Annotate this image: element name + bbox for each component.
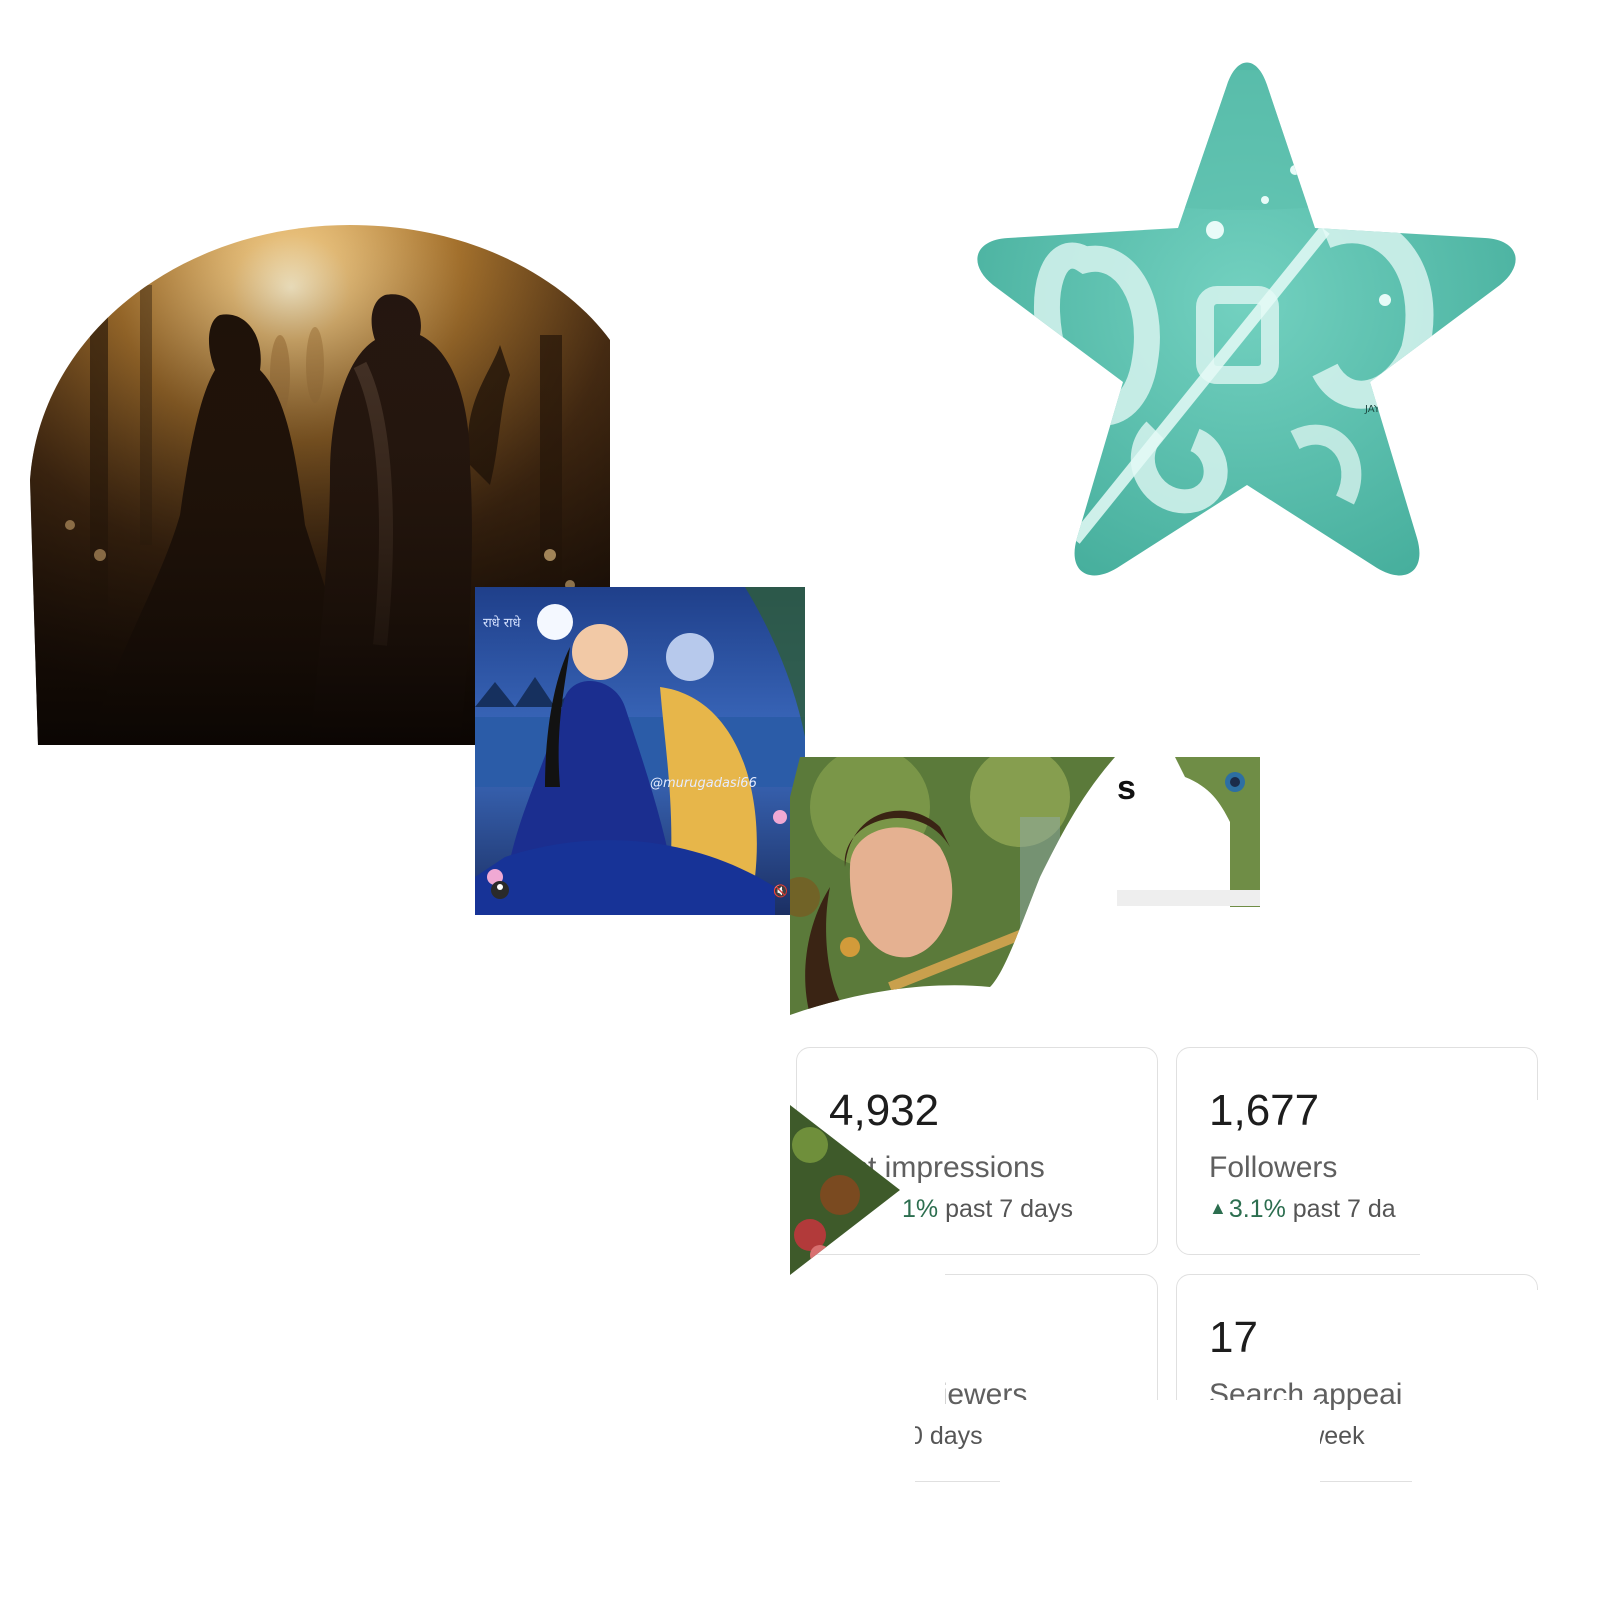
impressions-delta: 1% past 7 days [902,1195,1073,1224]
flute-art: s [790,757,1260,1015]
divider [1117,890,1260,906]
flute-player-photo: s [790,757,1260,1015]
corner-text: राधे राधे [483,615,521,631]
floral-triangle-photo [790,1105,905,1275]
moonlit-art: राधे राधे @murugadasi66 🔇 [475,587,805,915]
followers-delta-pct: 3.1% [1228,1195,1286,1223]
impressions-period: past 7 days [945,1195,1073,1223]
header-fragment: s [1117,769,1136,807]
star-art: JAYA K.VE [977,62,1516,576]
up-arrow-icon: ▲ [1209,1198,1227,1218]
followers-period: past 7 da [1292,1195,1396,1223]
watermark: @murugadasi66 [650,776,757,791]
star-signature: JAYA K.VE [1364,404,1412,415]
followers-label: Followers [1209,1151,1338,1184]
search-value: 17 [1209,1313,1258,1362]
teal-lettering-star-photo: JAYA K.VE [965,60,1525,595]
mute-icon[interactable]: 🔇 [773,884,788,898]
viewers-period: 0 days [909,1422,983,1450]
followers-delta: ▲3.1% past 7 da [1209,1195,1396,1224]
followers-value: 1,677 [1209,1086,1320,1135]
radha-krishna-moonlit-photo: राधे राधे @murugadasi66 🔇 [475,587,805,915]
impressions-delta-pct: 1% [902,1195,939,1223]
floral-art [790,1105,900,1275]
